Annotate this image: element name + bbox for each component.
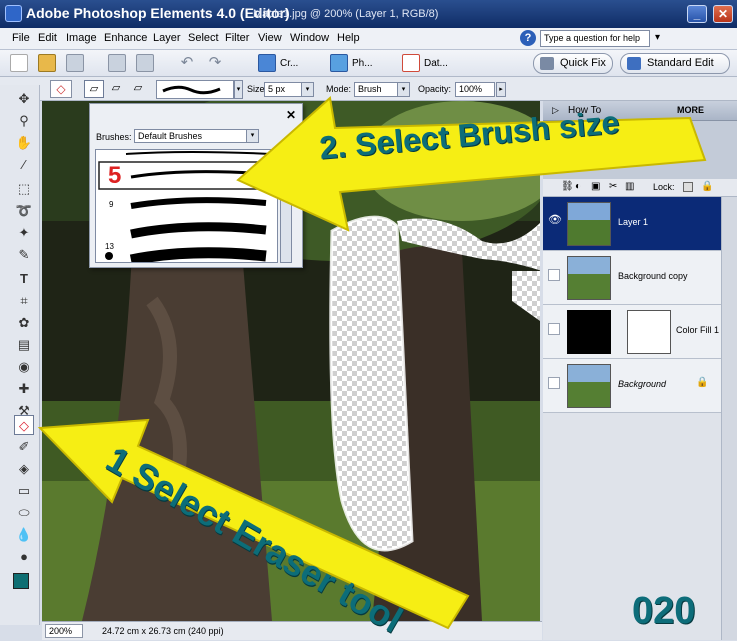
frame-number: 020 <box>632 590 696 632</box>
tutorial-arrows <box>37 96 707 630</box>
